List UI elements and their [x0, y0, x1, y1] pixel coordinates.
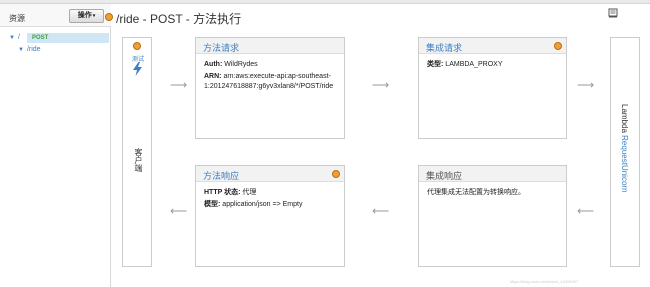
lambda-label: Lambda [620, 104, 629, 133]
auth-value: WildRydes [224, 61, 258, 68]
lightning-bolt-icon[interactable] [132, 62, 143, 76]
arrow-right-icon: ⟶ [372, 78, 390, 92]
integration-response-panel: 集成响应 代理集成无法配置为转换响应。 [418, 165, 567, 267]
arn-value-line2: 1:201247618887:g6yv3xlan8/*/POST/ride [204, 83, 334, 90]
client-column: 测试 客户端 [122, 37, 152, 267]
lambda-target: Lambda RequestUnicorn [620, 104, 629, 193]
method-request-panel: 方法请求 Auth: WildRydes ARN: arn:aws:execut… [195, 37, 345, 139]
arn-row: ARN: arn:aws:execute-api:ap-southeast- 1… [204, 72, 333, 92]
book-icon[interactable] [608, 8, 618, 18]
http-status-row: HTTP 状态: 代理 [204, 188, 256, 198]
resources-header: 资源 操作▾ [0, 4, 111, 27]
tree-item-ride[interactable]: ▼/ride [18, 44, 41, 55]
method-request-link[interactable]: 方法请求 [203, 41, 239, 54]
chevron-down-icon: ▾ [92, 13, 96, 19]
actions-dropdown-button[interactable]: 操作▾ [69, 9, 104, 23]
method-response-panel: 方法响应 HTTP 状态: 代理 模型: application/json =>… [195, 165, 345, 267]
tree-item-label: /ride [26, 46, 41, 53]
arrow-right-icon: ⟶ [170, 78, 188, 92]
http-status-value: 代理 [242, 189, 257, 196]
model-row: 模型: application/json => Empty [204, 200, 302, 210]
actions-label: 操作 [77, 12, 92, 19]
status-indicator-icon [554, 42, 562, 50]
http-status-key: HTTP 状态: [204, 189, 241, 196]
panel-header: 集成请求 [419, 38, 566, 54]
panel-header: 方法请求 [196, 38, 344, 54]
resources-label: 资源 [9, 14, 25, 23]
arn-key: ARN: [204, 73, 222, 80]
model-value: application/json => Empty [222, 201, 303, 208]
expand-triangle-icon[interactable]: ▼ [9, 35, 15, 41]
arrow-right-icon: ⟶ [577, 78, 595, 92]
arrow-left-icon: ⟵ [577, 204, 595, 218]
expand-triangle-icon[interactable]: ▼ [18, 47, 24, 53]
page-title: /ride - POST - 方法执行 [116, 12, 242, 26]
arrow-left-icon: ⟵ [372, 204, 390, 218]
status-indicator-icon [332, 170, 340, 178]
panel-header: 方法响应 [196, 166, 344, 182]
tree-item-post-selected[interactable]: POST [27, 33, 109, 43]
panel-header: 集成响应 [419, 166, 566, 182]
tree-item-root[interactable]: ▼ / [9, 32, 20, 43]
auth-row: Auth: WildRydes [204, 60, 258, 70]
type-row: 类型: LAMBDA_PROXY [427, 60, 502, 70]
arrow-left-icon: ⟵ [170, 204, 188, 218]
integration-response-text: 代理集成无法配置为转换响应。 [427, 189, 525, 196]
lambda-function-link[interactable]: RequestUnicorn [620, 135, 629, 192]
method-response-link[interactable]: 方法响应 [203, 169, 239, 182]
integration-request-link[interactable]: 集成请求 [426, 41, 462, 54]
type-key: 类型: [427, 61, 444, 68]
watermark: https://blog.csdn.net/weixin_43318387 [510, 279, 579, 284]
type-value: LAMBDA_PROXY [445, 61, 503, 68]
resources-panel: 资源 操作▾ ▼ / ▼/ride POST [0, 4, 111, 287]
client-label: 客户端 [134, 148, 143, 172]
lambda-column: Lambda RequestUnicorn [610, 37, 640, 267]
integration-request-panel: 集成请求 类型: LAMBDA_PROXY [418, 37, 567, 139]
collapse-sidebar-icon[interactable] [105, 13, 113, 21]
model-key: 模型: [204, 201, 221, 208]
tree-item-label: / [17, 34, 20, 41]
auth-key: Auth: [204, 61, 223, 68]
test-indicator-icon [133, 42, 141, 50]
integration-response-title: 集成响应 [426, 171, 463, 181]
arn-value-line1: arn:aws:execute-api:ap-southeast- [223, 73, 331, 80]
